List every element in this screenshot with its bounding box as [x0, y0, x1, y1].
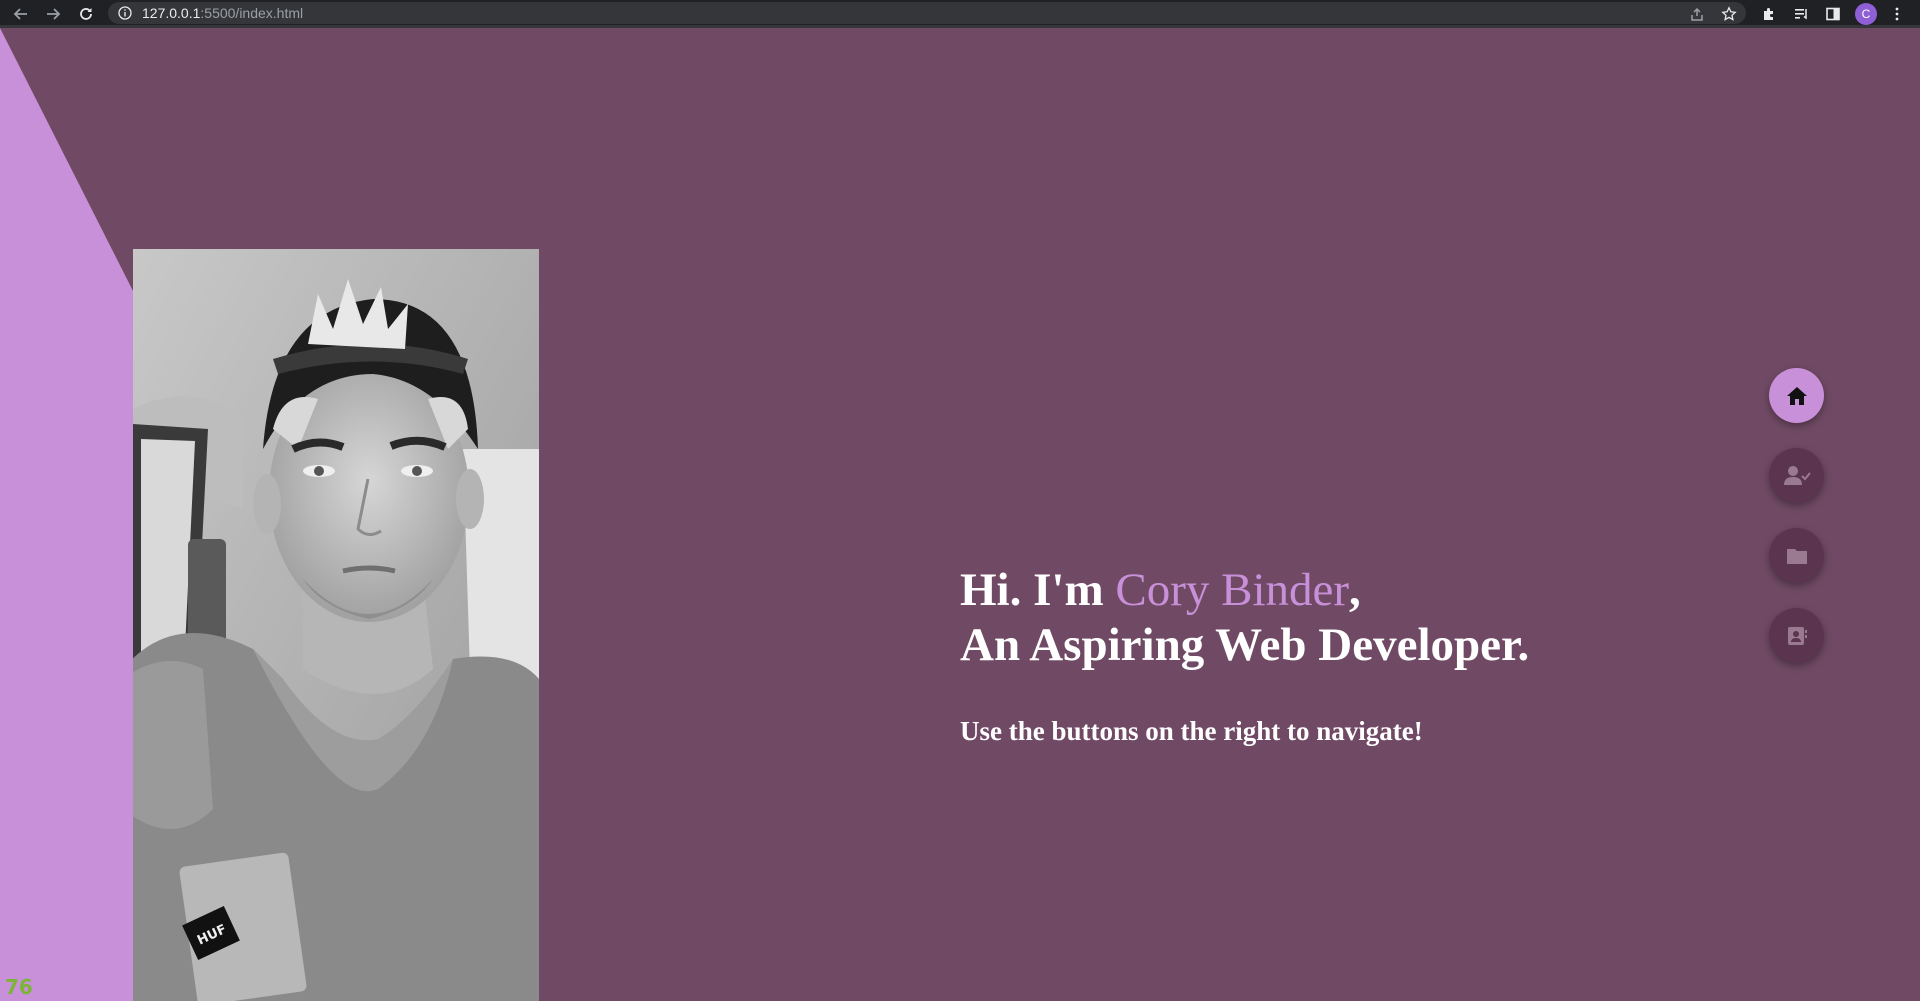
browser-toolbar: 127.0.0.1:5500/index.html C — [0, 0, 1920, 28]
nav-about-button[interactable] — [1769, 448, 1824, 503]
hero-greeting-line: Hi. I'm Cory Binder, — [960, 563, 1529, 618]
greeting-text: Hi. I'm — [960, 564, 1116, 616]
reload-icon — [80, 8, 92, 20]
profile-avatar[interactable]: C — [1855, 3, 1877, 25]
reading-list-button[interactable] — [1790, 3, 1812, 25]
back-arrow-icon — [13, 8, 27, 20]
hero-intro: Hi. I'm Cory Binder, An Aspiring Web Dev… — [960, 563, 1529, 747]
folder-icon — [1786, 548, 1807, 564]
contact-card-icon — [1787, 626, 1807, 645]
back-button[interactable] — [10, 3, 32, 25]
home-icon — [1786, 386, 1807, 405]
page-content: HUF Hi. I'm Cory Binder, An Aspiring Web… — [0, 28, 1920, 1001]
highlighted-name: Cory Binder — [1115, 564, 1350, 616]
nav-contact-button[interactable] — [1769, 608, 1824, 663]
bookmark-button[interactable] — [1718, 3, 1740, 25]
reload-button[interactable] — [75, 3, 97, 25]
greeting-comma: , — [1349, 564, 1361, 616]
forward-button[interactable] — [42, 3, 64, 25]
navigation-instruction: Use the buttons on the right to navigate… — [960, 716, 1423, 746]
browser-menu-button[interactable] — [1886, 3, 1908, 25]
side-panel-button[interactable] — [1822, 3, 1844, 25]
reading-list-icon — [1795, 9, 1807, 20]
fps-counter: 76 — [5, 975, 33, 999]
decorative-diagonal-panel — [0, 28, 133, 1001]
nav-portfolio-button[interactable] — [1769, 528, 1824, 583]
site-info-icon[interactable] — [118, 6, 132, 20]
forward-arrow-icon — [47, 8, 61, 20]
star-icon — [1721, 6, 1737, 21]
puzzle-icon — [1764, 8, 1773, 20]
nav-home-button[interactable] — [1769, 368, 1824, 423]
profile-photo: HUF — [133, 249, 539, 1001]
url-host: 127.0.0.1 — [142, 5, 201, 21]
share-button[interactable] — [1686, 3, 1708, 25]
address-bar[interactable]: 127.0.0.1:5500/index.html — [108, 2, 1746, 24]
hero-tagline: An Aspiring Web Developer. — [960, 619, 1530, 671]
side-panel-icon — [1826, 7, 1840, 21]
extensions-button[interactable] — [1758, 3, 1780, 25]
user-check-icon — [1783, 465, 1811, 485]
share-icon — [1691, 7, 1703, 21]
url-path: :5500/index.html — [200, 5, 304, 21]
url-text[interactable]: 127.0.0.1:5500/index.html — [142, 5, 303, 21]
kebab-menu-icon — [1895, 7, 1899, 21]
